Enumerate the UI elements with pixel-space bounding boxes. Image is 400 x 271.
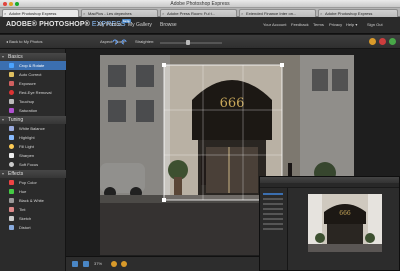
close-tab-icon[interactable]: × — [83, 11, 85, 16]
collapse-icon: ▾ — [2, 171, 5, 176]
tool-crop-rotate[interactable]: Crop & Rotate — [0, 61, 66, 70]
exposure-icon — [9, 81, 14, 86]
collapse-icon: ▾ — [2, 117, 5, 122]
straighten-slider[interactable] — [160, 42, 222, 44]
link-privacy[interactable]: Privacy — [329, 22, 342, 27]
help-menu[interactable]: Help ▾ — [346, 22, 357, 27]
browser-tab-bar: × Adobe Photoshop Express × MacPics - Les … — [0, 8, 400, 17]
close-tab-icon[interactable]: × — [241, 11, 243, 16]
cancel-icon[interactable] — [379, 38, 386, 45]
tool-soft-focus[interactable]: Soft Focus — [0, 160, 66, 169]
svg-text:666: 666 — [339, 210, 351, 217]
collapse-icon: ▾ — [2, 54, 5, 59]
undo-icon[interactable] — [111, 261, 117, 267]
soft-focus-icon — [9, 162, 14, 167]
tool-exposure[interactable]: Exposure — [0, 79, 66, 88]
tint-icon — [9, 207, 14, 212]
white-balance-icon — [9, 126, 14, 131]
sharpen-icon — [9, 153, 14, 158]
section-basics[interactable]: ▾ Basics — [0, 53, 66, 61]
link-terms[interactable]: Terms — [313, 22, 324, 27]
browser-tab[interactable]: × Extended Finance Inter on... — [239, 9, 316, 17]
tool-highlight[interactable]: Highlight — [0, 133, 66, 142]
black-white-icon — [9, 198, 14, 203]
window-titlebar: Adobe Photoshop Express — [0, 0, 400, 8]
straighten-slider-handle[interactable] — [186, 40, 190, 45]
pop-color-icon — [9, 180, 14, 185]
tool-pop-color[interactable]: Pop Color — [0, 178, 66, 187]
section-tuning[interactable]: ▾ Tuning — [0, 116, 66, 124]
nav-my-gallery[interactable]: My Gallery — [128, 22, 152, 28]
link-feedback[interactable]: Feedback — [291, 22, 309, 27]
tool-distort[interactable]: Distort — [0, 223, 66, 232]
highlight-icon — [9, 135, 14, 140]
fill-light-icon — [9, 144, 14, 149]
distort-icon — [9, 225, 14, 230]
crop-handle[interactable] — [162, 63, 166, 67]
tool-saturation[interactable]: Saturation — [0, 106, 66, 115]
close-tab-icon[interactable]: × — [320, 11, 322, 16]
nav-my-photos[interactable]: My Photos — [98, 22, 122, 28]
back-to-my-photos-link[interactable]: ◂ Back to My Photos — [6, 39, 42, 44]
tool-touchup[interactable]: Touchup — [0, 97, 66, 106]
zoom-level: 37% — [94, 261, 103, 266]
browser-tab[interactable]: × Adobe Photoshop Express — [2, 9, 79, 17]
tool-tint[interactable]: Tint — [0, 205, 66, 214]
tool-white-balance[interactable]: White Balance — [0, 124, 66, 133]
editor-toolbar: ◂ Back to My Photos Aspect: None Straight… — [0, 35, 400, 49]
browser-tab[interactable]: × MacPics - Les depeches — [81, 9, 158, 17]
tool-red-eye-removal[interactable]: Red-Eye Removal — [0, 88, 66, 97]
fit-screen-icon[interactable] — [72, 261, 78, 267]
undo-icon[interactable] — [369, 38, 376, 45]
inset-screenshot: 666 — [259, 176, 400, 271]
tool-sketch[interactable]: Sketch — [0, 214, 66, 223]
section-effects[interactable]: ▾ Effects — [0, 170, 66, 178]
browser-tab[interactable]: × Adobe Photoshop Express — [318, 9, 398, 17]
inset-photo: 666 — [308, 194, 382, 252]
rotate-right-icon[interactable] — [121, 39, 127, 45]
rotate-left-icon[interactable] — [112, 39, 118, 45]
link-sign-out[interactable]: Sign Out — [367, 22, 383, 27]
tool-fill-light[interactable]: Fill Light — [0, 142, 66, 151]
saturation-icon — [9, 108, 14, 113]
tool-hue[interactable]: Hue — [0, 187, 66, 196]
hue-icon — [9, 189, 14, 194]
app-header: ADOBE® PHOTOSHOP® EXPRESS beta My Photos… — [0, 17, 400, 34]
actual-size-icon[interactable] — [83, 261, 89, 267]
link-your-account[interactable]: Your Account — [263, 22, 286, 27]
magic-wand-icon — [9, 72, 14, 77]
close-tab-icon[interactable]: × — [162, 11, 164, 16]
browser-tab[interactable]: × Adobe Press Room: Ful t... — [160, 9, 237, 17]
redo-icon[interactable] — [121, 261, 127, 267]
tool-sharpen[interactable]: Sharpen — [0, 151, 66, 160]
red-eye-icon — [9, 90, 14, 95]
sketch-icon — [9, 216, 14, 221]
crop-handle[interactable] — [162, 198, 166, 202]
touchup-icon — [9, 99, 14, 104]
nav-browse[interactable]: Browse — [160, 22, 177, 28]
accept-icon[interactable] — [389, 38, 396, 45]
tool-auto-correct[interactable]: Auto Correct — [0, 70, 66, 79]
close-tab-icon[interactable]: × — [4, 11, 6, 16]
window-title: Adobe Photoshop Express — [170, 1, 230, 7]
crop-handle[interactable] — [280, 63, 284, 67]
straighten-label: Straighten: — [135, 39, 155, 44]
tool-black-white[interactable]: Black & White — [0, 196, 66, 205]
inset-sidebar — [260, 188, 288, 270]
tools-sidebar: ▾ Basics Crop & Rotate Auto Correct Expos… — [0, 49, 66, 271]
crop-icon — [9, 63, 14, 68]
